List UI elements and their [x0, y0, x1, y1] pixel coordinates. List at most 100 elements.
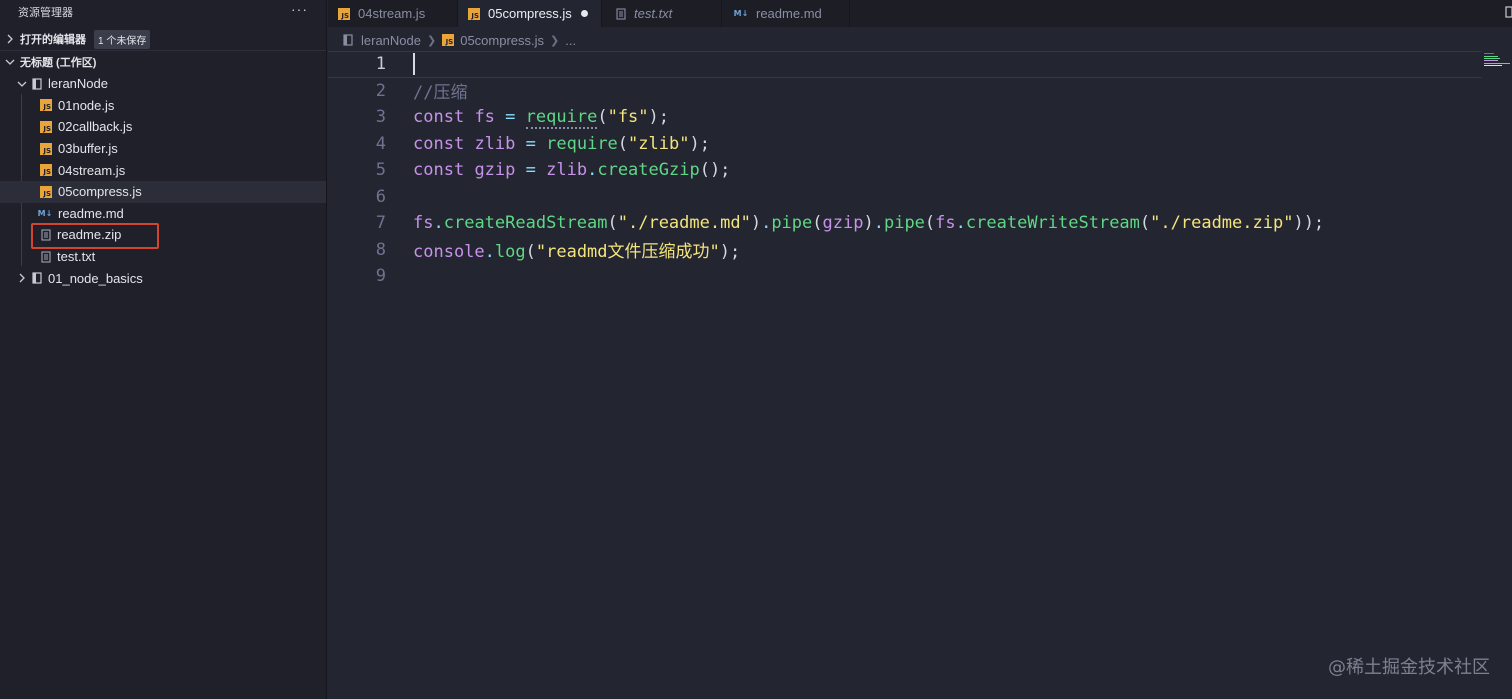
- identifier-token: fs: [474, 107, 495, 128]
- keyword-token: const: [413, 107, 465, 128]
- tree-file-label: 05compress.js: [58, 184, 142, 200]
- tree-file-readme-md[interactable]: M↓ readme.md: [0, 203, 326, 225]
- line-number: 4: [375, 133, 386, 154]
- tree-folder-leranNode[interactable]: leranNode: [0, 73, 326, 95]
- chevron-down-icon: [4, 56, 16, 68]
- tab-label: 05compress.js: [488, 6, 572, 21]
- breadcrumb-folder[interactable]: leranNode: [361, 33, 421, 48]
- line-number: 2: [375, 80, 386, 101]
- function-token: pipe: [883, 213, 925, 234]
- code-text: const gzip = zlib.createGzip();: [413, 160, 731, 181]
- tab-04stream[interactable]: JS 04stream.js: [328, 0, 458, 27]
- string-token: "./readme.zip": [1150, 213, 1294, 234]
- chevron-right-icon: ❯: [550, 34, 560, 47]
- tree-file-04stream[interactable]: JS 04stream.js: [0, 159, 326, 181]
- tree-folder-label: 01_node_basics: [48, 270, 143, 286]
- code-line[interactable]: 5 const gzip = zlib.createGzip();: [328, 157, 1482, 184]
- code-text: const zlib = require("zlib");: [413, 133, 710, 154]
- identifier-token: zlib: [474, 133, 516, 154]
- keyword-token: const: [413, 160, 465, 181]
- open-editors-label: 打开的编辑器: [20, 34, 86, 46]
- string-token: "./readme.md": [617, 213, 751, 234]
- chevron-down-icon: [16, 78, 28, 90]
- folder-icon: [32, 272, 42, 284]
- code-line[interactable]: 4 const zlib = require("zlib");: [328, 131, 1482, 158]
- string-token: "zlib": [628, 133, 690, 154]
- tree-folder-01_node_basics[interactable]: 01_node_basics: [0, 267, 326, 289]
- function-token: log: [494, 242, 526, 263]
- breadcrumb-more[interactable]: ...: [565, 33, 576, 48]
- identifier-token: fs: [413, 213, 434, 234]
- tree-file-test-txt[interactable]: test.txt: [0, 246, 326, 268]
- chevron-right-icon: ❯: [427, 34, 437, 47]
- code-text: [413, 53, 415, 76]
- watermark: @稀土掘金技术社区: [1328, 657, 1490, 678]
- tab-label: 04stream.js: [358, 6, 426, 21]
- code-line[interactable]: 9: [328, 263, 1482, 290]
- js-file-icon: JS: [40, 120, 52, 133]
- tab-05compress[interactable]: JS 05compress.js: [458, 0, 602, 27]
- line-number: 3: [375, 107, 386, 128]
- function-token: createReadStream: [443, 213, 608, 234]
- tab-readme-md[interactable]: M↓ readme.md: [722, 0, 850, 27]
- folder-icon: [32, 78, 42, 90]
- line-number: 7: [375, 213, 386, 234]
- file-icon: [41, 250, 51, 263]
- tree-file-label: readme.md: [58, 205, 124, 221]
- folder-icon: [343, 34, 353, 46]
- explorer-header: 资源管理器 ···: [0, 0, 326, 24]
- operator-token: =: [525, 133, 536, 154]
- identifier-token: gzip: [822, 213, 864, 234]
- workspace-label: 无标题 (工作区): [20, 57, 97, 69]
- keyword-token: const: [413, 133, 465, 154]
- code-line[interactable]: 2 //压缩: [328, 78, 1482, 105]
- tree-file-label: 01node.js: [58, 97, 115, 113]
- code-text: console.log("readmd文件压缩成功");: [413, 242, 741, 263]
- workspace-section[interactable]: 无标题 (工作区): [0, 51, 326, 73]
- editor-tabs: JS 04stream.js JS 05compress.js test.txt…: [328, 0, 1512, 27]
- code-line[interactable]: 7 fs.createReadStream("./readme.md").pip…: [328, 210, 1482, 237]
- tree-file-01node[interactable]: JS 01node.js: [0, 95, 326, 117]
- identifier-token: fs: [935, 213, 956, 234]
- unsaved-dot-icon[interactable]: [580, 10, 588, 17]
- code-line[interactable]: 6: [328, 184, 1482, 211]
- function-token: require: [525, 107, 598, 130]
- markdown-icon: M↓: [733, 9, 749, 18]
- tree-file-label: 03buffer.js: [58, 141, 118, 157]
- tree-file-05compress[interactable]: JS 05compress.js: [0, 180, 326, 203]
- identifier-token: zlib: [546, 160, 588, 181]
- unsaved-badge: 1 个未保存: [94, 29, 151, 49]
- tree-file-label: test.txt: [57, 249, 96, 265]
- code-line[interactable]: 1: [328, 51, 1482, 78]
- tab-test-txt[interactable]: test.txt: [602, 0, 722, 27]
- tab-label: readme.md: [756, 6, 822, 21]
- comment-token: //压缩: [413, 83, 468, 104]
- line-number: 1: [375, 54, 386, 75]
- function-token: createGzip: [597, 160, 700, 181]
- minimap[interactable]: [1484, 51, 1510, 71]
- js-file-icon: JS: [40, 99, 52, 112]
- chevron-right-icon: [4, 33, 16, 45]
- open-editors-section[interactable]: 打开的编辑器 1 个未保存: [0, 28, 326, 50]
- line-number: 9: [375, 266, 386, 287]
- code-editor[interactable]: 1 2 //压缩 3 const fs = require("fs"); 4 c…: [328, 51, 1512, 699]
- code-line[interactable]: 3 const fs = require("fs");: [328, 104, 1482, 131]
- js-file-icon: JS: [40, 185, 52, 198]
- breadcrumb-file[interactable]: 05compress.js: [460, 33, 544, 48]
- editor-layout-icon[interactable]: [1504, 0, 1512, 27]
- more-actions-icon[interactable]: ···: [291, 1, 308, 23]
- code-line[interactable]: 8 console.log("readmd文件压缩成功");: [328, 237, 1482, 264]
- tree-file-02callback[interactable]: JS 02callback.js: [0, 116, 326, 138]
- explorer-sidebar: 资源管理器 ··· 打开的编辑器 1 个未保存 无标题 (工作区) leranN…: [0, 0, 327, 699]
- vscode-window: 资源管理器 ··· 打开的编辑器 1 个未保存 无标题 (工作区) leranN…: [0, 0, 1512, 699]
- function-token: createWriteStream: [965, 213, 1140, 234]
- tree-file-label: readme.zip: [57, 227, 122, 243]
- operator-token: =: [505, 107, 516, 128]
- markdown-icon: M↓: [37, 208, 53, 218]
- string-token: "readmd文件压缩成功": [535, 242, 720, 263]
- tree-file-03buffer[interactable]: JS 03buffer.js: [0, 138, 326, 160]
- tab-label: test.txt: [634, 6, 673, 21]
- tree-file-label: 04stream.js: [58, 162, 126, 178]
- tree-file-readme-zip[interactable]: readme.zip: [0, 224, 326, 246]
- line-number: 6: [375, 186, 386, 207]
